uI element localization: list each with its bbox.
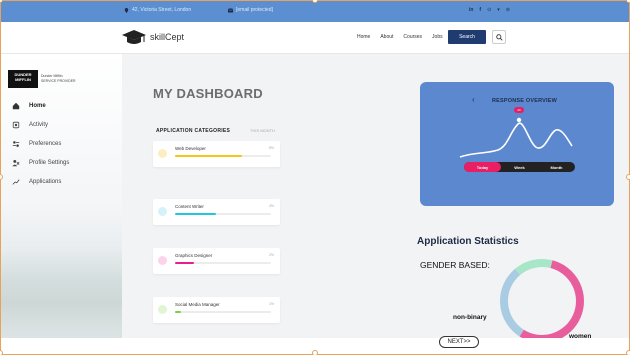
search-icon-button[interactable] bbox=[492, 30, 506, 44]
top-info-bar: 42, Victoria Street, London [email prote… bbox=[0, 0, 630, 22]
response-overview-card: ‹ RESPONSE OVERVIEW 20 Today Week Month bbox=[420, 82, 614, 206]
youtube-icon[interactable]: ⊚ bbox=[506, 7, 510, 13]
twitter-icon[interactable]: ▾ bbox=[497, 7, 500, 13]
sidebar-background-image bbox=[0, 249, 122, 339]
women-label: women bbox=[569, 333, 592, 340]
facebook-icon[interactable]: f bbox=[479, 7, 481, 13]
category-card-web-developer[interactable]: Web Developer 8% bbox=[153, 141, 280, 167]
progress-track bbox=[175, 262, 271, 264]
sidebar-item-label: Profile Settings bbox=[29, 159, 70, 166]
category-dot bbox=[158, 207, 167, 216]
response-line-chart bbox=[459, 117, 573, 158]
category-card-content-writer[interactable]: Content Writer 4% bbox=[153, 199, 280, 225]
sidebar-item-preferences[interactable]: Preferences bbox=[12, 134, 69, 153]
resize-handle[interactable] bbox=[626, 350, 630, 355]
email-info[interactable]: [email protected] bbox=[228, 7, 273, 13]
resize-handle[interactable] bbox=[626, 0, 630, 3]
nonbinary-label: non-binary bbox=[453, 314, 487, 321]
category-name: Social Media Manager bbox=[175, 302, 220, 307]
mail-icon bbox=[228, 7, 233, 12]
progress-fill bbox=[175, 311, 181, 313]
social-links: in f ⊙ ▾ ⊚ bbox=[469, 7, 510, 13]
profile-settings-icon bbox=[12, 159, 20, 166]
sidebar-item-activity[interactable]: Activity bbox=[12, 115, 69, 134]
location-pin-icon bbox=[124, 7, 129, 13]
toggle-today[interactable]: Today bbox=[464, 162, 501, 172]
category-count: 4% bbox=[268, 204, 274, 208]
resize-handle[interactable] bbox=[0, 350, 3, 355]
response-title: RESPONSE OVERVIEW bbox=[492, 98, 558, 104]
donut-slice-non-binary bbox=[500, 268, 524, 337]
sidebar-item-label: Preferences bbox=[29, 140, 62, 147]
main-navbar: skillCept Home About Courses Jobs Search bbox=[0, 22, 630, 54]
categories-title: APPLICATION CATEGORIES bbox=[156, 128, 231, 134]
nav-links: Home About Courses Jobs bbox=[357, 34, 443, 40]
sidebar-item-label: Activity bbox=[29, 121, 49, 128]
category-dot bbox=[158, 149, 167, 158]
address-info: 42, Victoria Street, London bbox=[124, 7, 191, 13]
brand-name: skillCept bbox=[150, 32, 185, 42]
category-name: Graphics Designer bbox=[175, 253, 213, 258]
toggle-month[interactable]: Month bbox=[538, 162, 575, 172]
company-logo: DUNDER MIFFLIN bbox=[8, 70, 38, 88]
nav-courses[interactable]: Courses bbox=[403, 34, 422, 40]
company-info: DUNDER MIFFLIN Dunder Mifflin SERVICE PR… bbox=[8, 70, 81, 88]
activity-icon bbox=[12, 121, 20, 128]
sidebar: DUNDER MIFFLIN Dunder Mifflin SERVICE PR… bbox=[0, 54, 122, 339]
gender-based-label: GENDER BASED: bbox=[420, 260, 490, 270]
time-range-toggle: Today Week Month bbox=[464, 162, 575, 172]
company-text: Dunder Mifflin SERVICE PROVIDER bbox=[41, 74, 81, 84]
progress-track bbox=[175, 155, 271, 157]
nav-about[interactable]: About bbox=[380, 34, 393, 40]
applications-icon bbox=[12, 178, 20, 185]
home-icon bbox=[12, 102, 20, 109]
categories-period[interactable]: THIS MONTH bbox=[250, 128, 275, 133]
sidebar-item-label: Home bbox=[29, 102, 46, 109]
chevron-left-icon[interactable]: ‹ bbox=[472, 95, 475, 104]
category-name: Content Writer bbox=[175, 204, 204, 209]
preferences-icon bbox=[12, 140, 20, 147]
progress-fill bbox=[175, 155, 243, 157]
category-count: 8% bbox=[268, 146, 274, 150]
progress-fill bbox=[175, 213, 217, 215]
sidebar-item-label: Applications bbox=[29, 178, 62, 185]
sidebar-menu: Home Activity Preferences Profile Settin… bbox=[12, 96, 69, 191]
email-text[interactable]: [email protected] bbox=[236, 7, 273, 13]
donut-slice-women bbox=[519, 260, 584, 343]
category-card-social-media-manager[interactable]: Social Media Manager 1% bbox=[153, 297, 280, 323]
nav-home[interactable]: Home bbox=[357, 34, 370, 40]
donut-slice-men bbox=[515, 259, 553, 275]
next-button[interactable]: NEXT>> bbox=[439, 336, 479, 348]
search-icon bbox=[495, 33, 503, 41]
site-logo[interactable]: skillCept bbox=[122, 28, 184, 46]
search-button[interactable]: Search bbox=[448, 30, 486, 44]
nav-jobs[interactable]: Jobs bbox=[432, 34, 443, 40]
category-name: Web Developer bbox=[175, 146, 206, 151]
category-count: 2% bbox=[268, 253, 274, 257]
category-card-graphics-designer[interactable]: Graphics Designer 2% bbox=[153, 248, 280, 274]
category-dot bbox=[158, 305, 167, 314]
toggle-week[interactable]: Week bbox=[501, 162, 538, 172]
company-role: SERVICE PROVIDER bbox=[41, 79, 76, 83]
pinterest-icon[interactable]: ⊙ bbox=[487, 7, 491, 13]
sidebar-item-home[interactable]: Home bbox=[12, 96, 69, 115]
sidebar-item-profile-settings[interactable]: Profile Settings bbox=[12, 153, 69, 172]
category-count: 1% bbox=[268, 302, 274, 306]
address-text: 42, Victoria Street, London bbox=[132, 7, 192, 13]
instagram-icon[interactable]: in bbox=[469, 7, 473, 13]
sidebar-item-applications[interactable]: Applications bbox=[12, 172, 69, 191]
page-title: MY DASHBOARD bbox=[153, 86, 263, 101]
category-dot bbox=[158, 256, 167, 265]
resize-handle[interactable] bbox=[312, 350, 318, 355]
progress-fill bbox=[175, 262, 195, 264]
statistics-title: Application Statistics bbox=[417, 236, 519, 247]
progress-track bbox=[175, 311, 271, 313]
progress-track bbox=[175, 213, 271, 215]
resize-handle[interactable] bbox=[626, 174, 630, 180]
graduation-cap-icon bbox=[122, 30, 146, 44]
